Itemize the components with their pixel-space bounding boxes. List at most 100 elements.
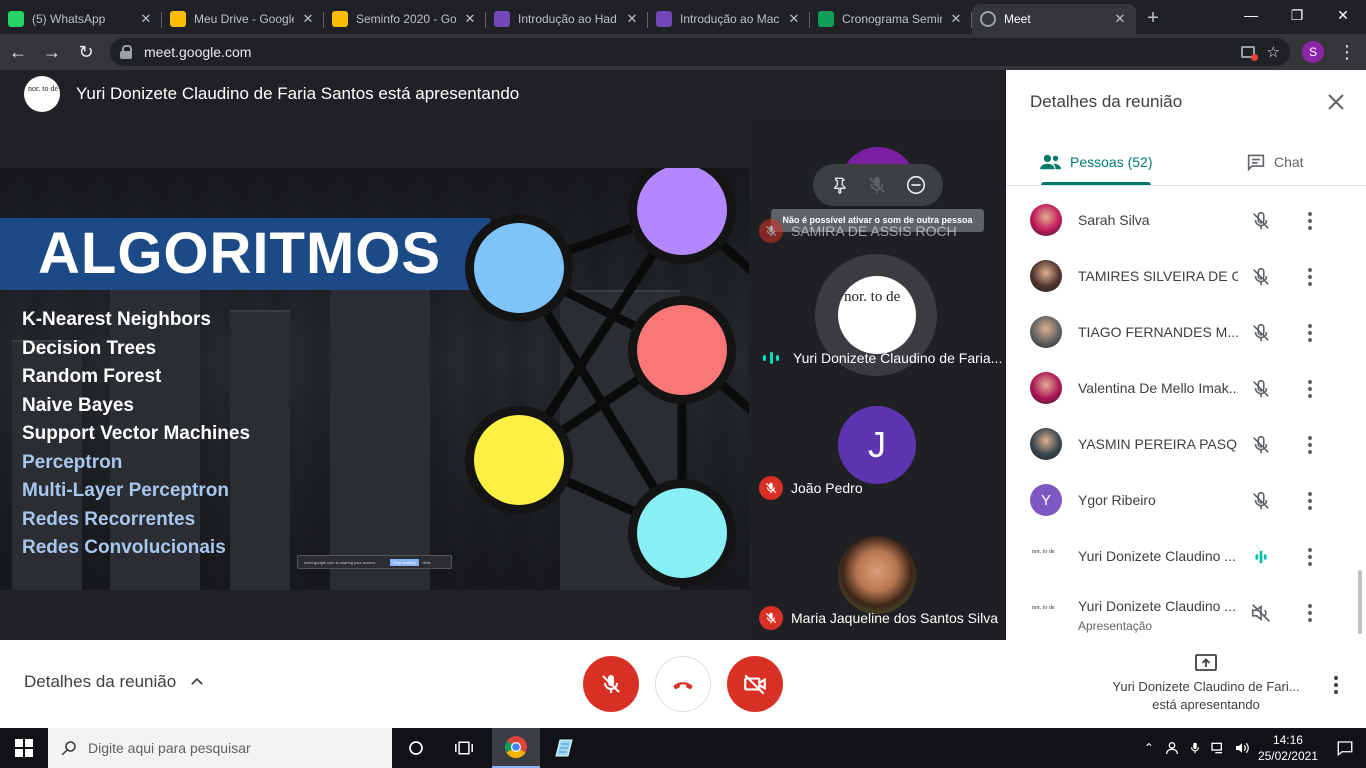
more-options-icon[interactable] xyxy=(1304,322,1316,344)
task-view-button[interactable] xyxy=(440,728,488,768)
tab-people[interactable]: Pessoas (52) xyxy=(1040,138,1152,186)
network-icon[interactable] xyxy=(1210,740,1226,756)
presentation-status[interactable]: Yuri Donizete Claudino de Fari... está a… xyxy=(1100,652,1312,714)
algorithm-item: Multi-Layer Perceptron xyxy=(22,480,229,501)
share-notice-text: meet.google.com is sharing your screen. xyxy=(304,559,377,565)
profile-avatar[interactable]: S xyxy=(1302,41,1324,63)
new-tab-button[interactable]: + xyxy=(1136,4,1170,34)
tab-title: Seminfo 2020 - Go xyxy=(356,12,456,26)
more-options-icon[interactable] xyxy=(1304,490,1316,512)
camera-toggle-button[interactable] xyxy=(727,656,783,712)
browser-tab[interactable]: (5) WhatsApp ✕ xyxy=(0,4,162,34)
speaking-indicator-icon xyxy=(763,351,779,365)
close-tab-icon[interactable]: ✕ xyxy=(948,11,964,27)
hide-share-button[interactable]: Hide xyxy=(423,560,431,565)
speaking-indicator-icon[interactable] xyxy=(1250,546,1272,568)
participant-name: SAMIRA DE ASSIS ROCH xyxy=(791,223,957,239)
microphone-toggle-button[interactable] xyxy=(583,656,639,712)
participant-row[interactable]: Sarah Silva xyxy=(1006,192,1366,248)
mic-off-icon xyxy=(602,675,620,693)
close-tab-icon[interactable]: ✕ xyxy=(1112,11,1128,27)
mic-off-icon[interactable] xyxy=(1250,322,1272,344)
browser-tab[interactable]: Meu Drive - Google ✕ xyxy=(162,4,324,34)
mic-off-icon[interactable] xyxy=(1250,378,1272,400)
participant-row[interactable]: YASMIN PEREIRA PASQ... xyxy=(1006,416,1366,472)
close-tab-icon[interactable]: ✕ xyxy=(624,11,640,27)
chrome-menu-icon[interactable]: ⋮ xyxy=(1338,42,1356,63)
camera-blocked-icon[interactable] xyxy=(1240,46,1258,61)
participant-row[interactable]: nor. to de Yuri Donizete Claudino ... Apre… xyxy=(1006,584,1366,640)
participant-avatar: nor. to de xyxy=(1030,540,1062,572)
start-button[interactable] xyxy=(0,728,48,768)
cortana-icon xyxy=(409,741,423,755)
notepad-taskbar-button[interactable] xyxy=(540,728,588,768)
participant-row[interactable]: nor. to de Yuri Donizete Claudino ... xyxy=(1006,528,1366,584)
chrome-icon xyxy=(505,736,527,758)
more-options-icon[interactable] xyxy=(1304,210,1316,232)
mic-off-icon[interactable] xyxy=(1250,266,1272,288)
browser-tab[interactable]: Seminfo 2020 - Go ✕ xyxy=(324,4,486,34)
browser-tab[interactable]: Introdução ao Mac ✕ xyxy=(648,4,810,34)
drive-icon xyxy=(170,11,186,27)
tab-chat[interactable]: Chat xyxy=(1246,138,1304,186)
maximize-button[interactable]: ❐ xyxy=(1274,0,1320,32)
search-icon xyxy=(61,741,76,756)
close-icon[interactable] xyxy=(1324,90,1348,114)
participant-row[interactable]: Valentina De Mello Imak... xyxy=(1006,360,1366,416)
chrome-taskbar-button[interactable] xyxy=(492,728,540,768)
mic-off-icon[interactable] xyxy=(1250,210,1272,232)
mic-off-icon[interactable] xyxy=(1250,490,1272,512)
close-tab-icon[interactable]: ✕ xyxy=(300,11,316,27)
participant-row[interactable]: TAMIRES SILVEIRA DE O... xyxy=(1006,248,1366,304)
presenting-status: está apresentando xyxy=(1152,697,1260,712)
audio-muted-icon[interactable] xyxy=(1250,602,1272,624)
taskbar-search[interactable]: Digite aqui para pesquisar xyxy=(48,728,392,768)
notifications-icon[interactable] xyxy=(1336,739,1354,757)
sheets-icon xyxy=(818,11,834,27)
system-clock[interactable]: 14:16 25/02/2021 xyxy=(1258,732,1318,764)
url-bar[interactable]: meet.google.com ☆ xyxy=(110,38,1290,66)
meeting-details-button[interactable]: Detalhes da reunião xyxy=(24,672,206,692)
close-tab-icon[interactable]: ✕ xyxy=(786,11,802,27)
reload-button[interactable]: ↻ xyxy=(70,36,102,68)
remove-participant-icon[interactable] xyxy=(905,174,927,196)
participant-name: Yuri Donizete Claudino ... xyxy=(1078,598,1236,614)
chevron-up-icon xyxy=(191,677,204,685)
more-options-icon[interactable] xyxy=(1304,378,1316,400)
more-options-icon[interactable] xyxy=(1304,546,1316,568)
browser-tab[interactable]: Meet ✕ xyxy=(972,4,1136,34)
browser-tab[interactable]: Introdução ao Had ✕ xyxy=(486,4,648,34)
mic-off-icon xyxy=(759,476,783,500)
close-window-button[interactable]: ✕ xyxy=(1320,0,1366,32)
more-options-icon[interactable] xyxy=(1304,434,1316,456)
bookmark-star-icon[interactable]: ☆ xyxy=(1267,43,1280,61)
presenter-avatar: nor. to de xyxy=(24,76,60,112)
cortana-button[interactable] xyxy=(392,728,440,768)
close-tab-icon[interactable]: ✕ xyxy=(138,11,154,27)
leave-call-button[interactable] xyxy=(655,656,711,712)
more-options-icon[interactable] xyxy=(1304,266,1316,288)
mic-off-icon[interactable] xyxy=(1250,434,1272,456)
window-controls: — ❐ ✕ xyxy=(1228,0,1366,32)
participant-row[interactable]: TIAGO FERNANDES M... xyxy=(1006,304,1366,360)
stop-sharing-button[interactable]: Stop sharing xyxy=(390,558,419,566)
scrollbar[interactable] xyxy=(1358,570,1362,634)
browser-tab[interactable]: Cronograma Semin ✕ xyxy=(810,4,972,34)
drive-icon xyxy=(332,11,348,27)
pin-icon[interactable] xyxy=(829,175,849,195)
people-tray-icon[interactable] xyxy=(1164,740,1180,756)
participant-photo xyxy=(1030,428,1062,460)
tab-title: (5) WhatsApp xyxy=(32,12,106,26)
volume-icon[interactable] xyxy=(1234,740,1250,756)
more-options-icon[interactable] xyxy=(1330,674,1342,696)
chevron-up-icon[interactable]: ⌃ xyxy=(1144,741,1154,755)
participant-name-row: SAMIRA DE ASSIS ROCH xyxy=(759,219,957,243)
participant-row[interactable]: Y Ygor Ribeiro xyxy=(1006,472,1366,528)
back-button[interactable]: ← xyxy=(2,36,34,68)
minimize-button[interactable]: — xyxy=(1228,0,1274,32)
microphone-tray-icon[interactable] xyxy=(1188,740,1202,756)
tab-title: Introdução ao Had xyxy=(518,12,617,26)
more-options-icon[interactable] xyxy=(1304,602,1316,624)
forward-button[interactable]: → xyxy=(36,36,68,68)
close-tab-icon[interactable]: ✕ xyxy=(462,11,478,27)
